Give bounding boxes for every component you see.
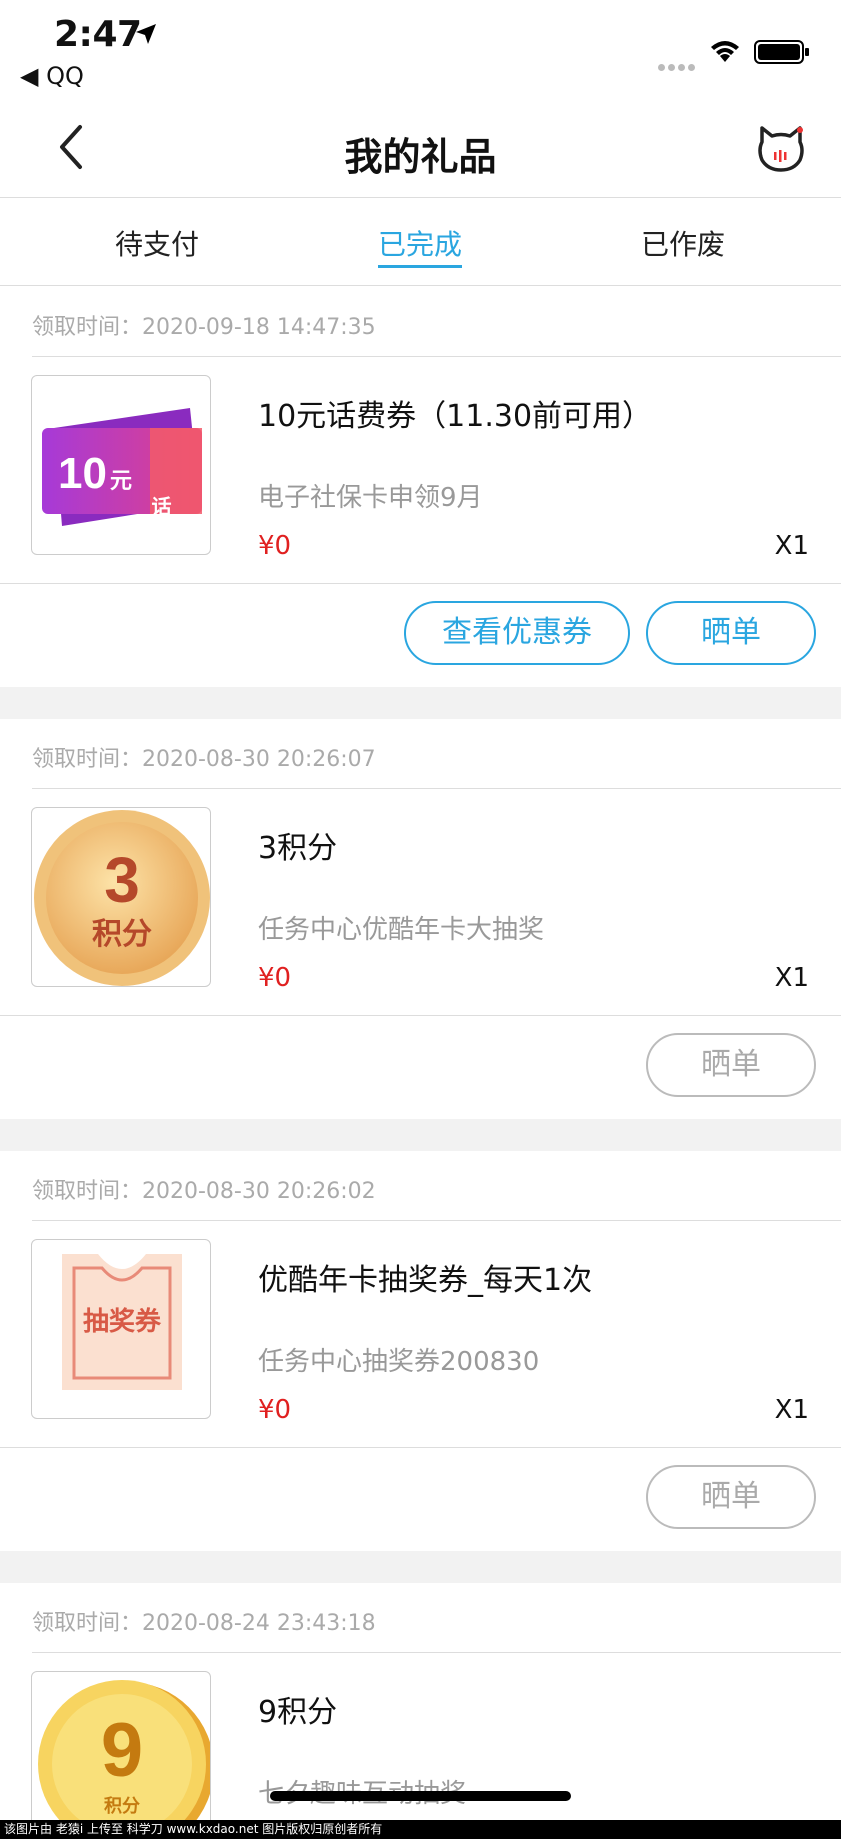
coin-unit: 积分 xyxy=(104,1796,140,1817)
gift-source: 电子社保卡申领9月 xyxy=(258,483,483,513)
gift-title: 10元话费券（11.30前可用） xyxy=(258,399,653,434)
order-status-tabs: 待支付 已完成 已作废 xyxy=(0,199,841,286)
divider xyxy=(32,788,841,789)
gift-quantity: X1 xyxy=(774,1395,809,1425)
coupon-unit: 元 xyxy=(110,469,132,494)
coin-unit: 积分 xyxy=(92,917,152,952)
gift-price: ¥0 xyxy=(258,1395,292,1425)
section-gap xyxy=(0,1119,841,1151)
home-indicator[interactable] xyxy=(270,1791,571,1801)
lottery-ticket-icon: 抽奖券 xyxy=(62,1254,182,1390)
divider xyxy=(0,583,841,584)
gift-source: 任务中心抽奖券200830 xyxy=(258,1347,540,1377)
coin-number: 9 xyxy=(101,1708,143,1793)
divider xyxy=(0,1447,841,1448)
claim-time: 领取时间：2020-08-24 23:43:18 xyxy=(32,1611,376,1636)
claim-time: 领取时间：2020-08-30 20:26:07 xyxy=(32,747,376,772)
view-coupon-button[interactable]: 查看优惠券 xyxy=(404,601,630,665)
section-gap xyxy=(0,687,841,719)
gift-quantity: X1 xyxy=(774,963,809,993)
phone-credit-coupon-icon: 10 元 话费 xyxy=(42,408,202,537)
claim-time: 领取时间：2020-09-18 14:47:35 xyxy=(32,315,376,340)
divider xyxy=(0,1015,841,1016)
points-coin-icon: 3 积分 xyxy=(34,810,210,986)
location-arrow-icon xyxy=(136,24,156,44)
gift-title: 3积分 xyxy=(258,831,338,866)
share-order-button[interactable]: 晒单 xyxy=(646,1465,816,1529)
gift-price: ¥0 xyxy=(258,963,292,993)
tab-label: 已完成 xyxy=(377,228,462,268)
gift-thumbnail[interactable]: 10 元 话费 xyxy=(31,375,211,555)
gift-card: 领取时间：2020-08-30 20:26:07 3 积分 3积分 任务中心优酷… xyxy=(0,719,841,1119)
coin-number: 3 xyxy=(104,844,140,916)
claim-time: 领取时间：2020-08-30 20:26:02 xyxy=(32,1179,376,1204)
share-order-button[interactable]: 晒单 xyxy=(646,601,816,665)
share-order-button[interactable]: 晒单 xyxy=(646,1033,816,1097)
gift-thumbnail[interactable]: 抽奖券 xyxy=(31,1239,211,1419)
section-gap xyxy=(0,1551,841,1583)
wifi-icon xyxy=(711,41,739,62)
gift-source: 任务中心优酷年卡大抽奖 xyxy=(258,915,545,945)
tab-label: 待支付 xyxy=(114,228,199,261)
cellular-signal-icon xyxy=(658,56,700,71)
gift-thumbnail[interactable]: 3 积分 xyxy=(31,807,211,987)
gift-title: 优酷年卡抽奖券_每天1次 xyxy=(258,1263,593,1298)
page-title: 我的礼品 xyxy=(344,135,497,179)
divider xyxy=(32,1652,841,1653)
mascot-icon[interactable] xyxy=(756,124,806,174)
ticket-label: 抽奖券 xyxy=(83,1306,162,1337)
battery-icon xyxy=(754,40,809,64)
tab-pending-payment[interactable]: 待支付 xyxy=(57,223,257,263)
watermark-footer: 该图片由 老猿i 上传至 科学刀 www.kxdao.net 图片版权归原创者所… xyxy=(0,1820,841,1839)
divider xyxy=(32,1220,841,1221)
status-time: 2:47 xyxy=(54,14,142,55)
tab-label: 已作废 xyxy=(640,228,725,261)
divider xyxy=(32,356,841,357)
gift-quantity: X1 xyxy=(774,531,809,561)
gift-thumbnail[interactable]: 9 积分 xyxy=(31,1671,211,1820)
tab-completed[interactable]: 已完成 xyxy=(320,223,520,268)
gift-card: 领取时间：2020-08-24 23:43:18 9 积分 9积分 七夕趣味互动… xyxy=(0,1583,841,1820)
gift-price: ¥0 xyxy=(258,531,292,561)
coupon-amount: 10 xyxy=(58,449,107,498)
gift-title: 9积分 xyxy=(258,1695,338,1730)
status-bar: 2:47 ◀ QQ xyxy=(0,0,841,100)
back-to-app-link[interactable]: ◀ QQ xyxy=(20,62,84,90)
gift-card: 领取时间：2020-09-18 14:47:35 10 元 话费 10元话费券（… xyxy=(0,287,841,687)
coupon-side-label: 话费 xyxy=(148,496,172,537)
points-coin-icon: 9 积分 xyxy=(38,1680,210,1820)
nav-bar: 我的礼品 xyxy=(0,100,841,198)
tab-voided[interactable]: 已作废 xyxy=(583,223,783,263)
gift-card: 领取时间：2020-08-30 20:26:02 抽奖券 优酷年卡抽奖券_每天1… xyxy=(0,1151,841,1551)
